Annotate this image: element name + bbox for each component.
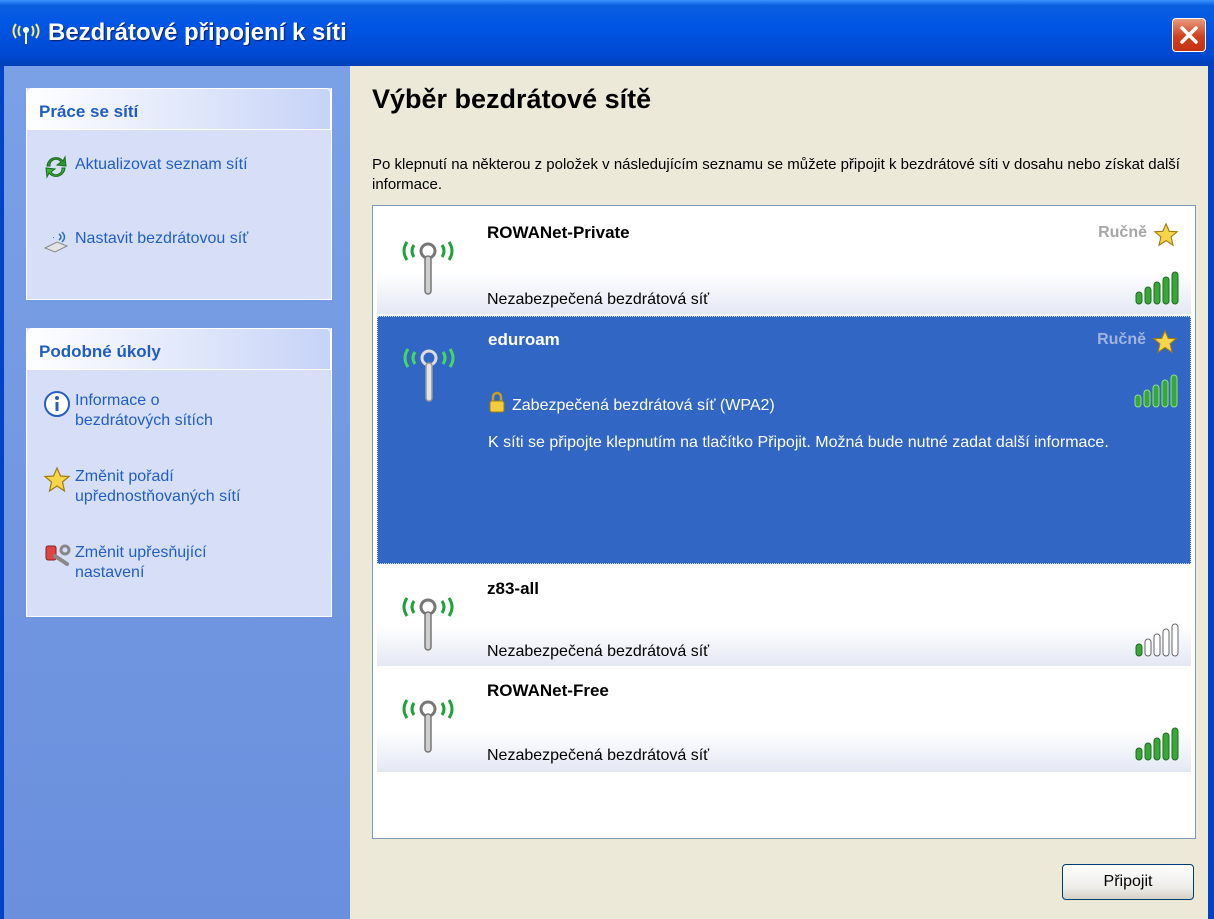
signal-strength-icon — [1135, 270, 1181, 311]
security-row: Zabezpečená bezdrátová síť (WPA2) — [488, 391, 775, 418]
network-name: ROWANet-Free — [487, 681, 609, 700]
network-name: ROWANet-Private — [487, 223, 630, 242]
star-icon — [43, 466, 71, 493]
signal-strength-icon — [1135, 726, 1181, 767]
network-name: z83-all — [487, 579, 539, 598]
network-item[interactable]: ROWANet-Private Ručně Nezabezpečená bezd… — [377, 210, 1191, 314]
network-list[interactable]: ROWANet-Private Ručně Nezabezpečená bezd… — [372, 205, 1196, 839]
close-icon — [1180, 26, 1198, 44]
antenna-icon — [393, 220, 463, 305]
network-item-selected[interactable]: eduroam Ručně Zabezpečená bezdrátová síť… — [377, 316, 1191, 564]
task-label-line2: bezdrátových sítích — [75, 412, 213, 429]
page-title: Výběr bezdrátové sítě — [372, 84, 652, 114]
network-item[interactable]: ROWANet-Free Nezabezpečená bezdrátová sí… — [377, 668, 1191, 772]
signal-strength-icon — [1135, 622, 1181, 663]
task-label-line2: upřednostňovaných sítí — [75, 488, 241, 505]
task-label-line1: Změnit pořadí — [75, 468, 174, 485]
network-tasks-panel: Práce se sítí Aktualizovat seznam sítí ·… — [26, 88, 332, 300]
description-text: Po klepnutí na některou z položek v násl… — [372, 156, 1180, 193]
task-label-line1: Informace o — [75, 392, 160, 409]
preferred-star-icon — [1152, 329, 1178, 360]
panel-header: Podobné úkoly — [27, 328, 331, 370]
task-label-line2: nastavení — [75, 564, 145, 581]
security-label: Nezabezpečená bezdrátová síť — [487, 643, 710, 660]
connection-mode: Ručně — [1098, 224, 1147, 241]
security-label: Zabezpečená bezdrátová síť (WPA2) — [512, 397, 775, 414]
security-label: Nezabezpečená bezdrátová síť — [487, 291, 710, 308]
panel-header: Práce se sítí — [27, 88, 331, 130]
network-item[interactable]: z83-all Nezabezpečená bezdrátová síť — [377, 566, 1191, 666]
security-label: Nezabezpečená bezdrátová síť — [487, 747, 710, 764]
wireless-icon — [8, 18, 44, 53]
panel-title: Podobné úkoly — [39, 342, 161, 361]
connection-hint: K síti se připojte klepnutím na tlačítko… — [488, 434, 1109, 451]
info-icon — [43, 390, 70, 417]
task-label: Aktualizovat seznam sítí — [75, 156, 248, 173]
preferred-star-icon — [1153, 222, 1179, 253]
settings-wrench-icon — [43, 542, 71, 568]
refresh-icon — [43, 154, 69, 180]
window-frame-right — [1208, 66, 1214, 919]
antenna-icon — [393, 576, 463, 661]
lock-icon — [488, 391, 506, 418]
close-button[interactable] — [1172, 18, 1206, 52]
connection-mode: Ručně — [1097, 331, 1146, 348]
svg-text:·: · — [52, 232, 55, 242]
window-title: Bezdrátové připojení k síti — [48, 19, 347, 46]
connect-button[interactable]: Připojit — [1062, 864, 1194, 900]
network-name: eduroam — [488, 330, 560, 349]
antenna-icon — [393, 678, 463, 763]
related-tasks-panel: Podobné úkoly Informace o bezdrátových s… — [26, 328, 332, 617]
task-label: Nastavit bezdrátovou síť — [75, 230, 249, 247]
antenna-icon — [394, 327, 464, 412]
panel-title: Práce se sítí — [39, 102, 139, 121]
task-label-line1: Změnit upřesňující — [75, 544, 207, 561]
title-bar: Bezdrátové připojení k síti — [0, 0, 1214, 66]
signal-strength-icon — [1134, 373, 1180, 414]
setup-wireless-icon: · — [43, 228, 69, 254]
